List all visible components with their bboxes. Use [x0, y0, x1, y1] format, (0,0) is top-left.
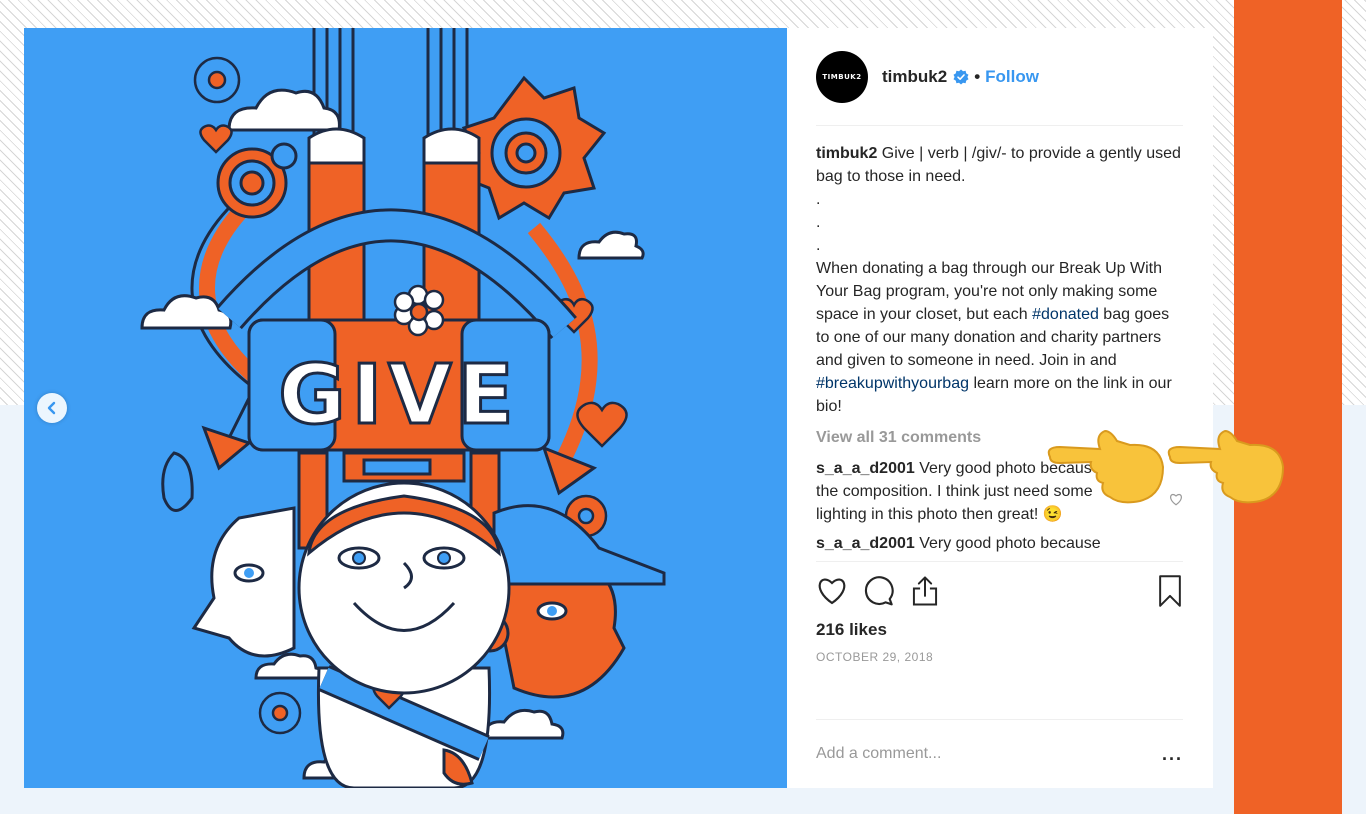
- comment-username[interactable]: s_a_a_d2001: [816, 535, 915, 552]
- separator-dot: •: [974, 66, 981, 86]
- post-image[interactable]: GIVE: [24, 28, 787, 788]
- like-count[interactable]: 216 likes: [816, 620, 1183, 640]
- hashtag-breakupwithyourbag-link[interactable]: #breakupwithyourbag: [816, 375, 969, 392]
- hashtag-donated-link[interactable]: #donated: [1032, 306, 1099, 323]
- comment-bubble-icon: [864, 576, 894, 606]
- comment-text: Very good photo because: [919, 535, 1101, 552]
- pointing-hand-icon: [1045, 417, 1165, 512]
- save-button[interactable]: [1157, 575, 1183, 607]
- comment-username[interactable]: s_a_a_d2001: [816, 460, 915, 477]
- more-options-button[interactable]: ...: [1162, 744, 1183, 765]
- instagram-post: GIVE TIMBUK2 timbuk2 • Follow timbuk2 Gi…: [24, 28, 1213, 788]
- orange-side-band: [1234, 0, 1342, 814]
- bookmark-icon: [1159, 575, 1181, 607]
- carousel-indicator: [395, 764, 411, 770]
- carousel-prev-button[interactable]: [37, 393, 67, 423]
- username-link[interactable]: timbuk2: [882, 67, 947, 87]
- give-illustration: GIVE: [140, 28, 666, 788]
- post-header: TIMBUK2 timbuk2 • Follow: [816, 28, 1183, 126]
- comment-item: s_a_a_d2001 Very good photo because: [816, 532, 1183, 555]
- comment-button[interactable]: [863, 575, 895, 607]
- caption-dot: .: [816, 237, 821, 254]
- follow-button[interactable]: Follow: [985, 67, 1039, 87]
- carousel-dot: [395, 764, 401, 770]
- chevron-left-icon: [47, 401, 56, 415]
- heart-icon: [818, 578, 846, 605]
- account-line: timbuk2 • Follow: [882, 67, 1039, 87]
- caption-dot: .: [816, 214, 821, 231]
- caption-dot: .: [816, 191, 821, 208]
- share-icon: [912, 576, 938, 606]
- action-bar: [816, 562, 1183, 620]
- artwork-give-text: GIVE: [278, 348, 519, 443]
- post-date: OCTOBER 29, 2018: [816, 650, 934, 664]
- post-details-panel: TIMBUK2 timbuk2 • Follow timbuk2 Give | …: [787, 28, 1213, 788]
- post-caption: timbuk2 Give | verb | /giv/- to provide …: [816, 142, 1183, 418]
- verified-badge-icon: [953, 69, 969, 85]
- carousel-dot-active: [405, 764, 411, 770]
- pointing-hand-icon: [1165, 417, 1285, 512]
- caption-username[interactable]: timbuk2: [816, 145, 877, 162]
- post-actions-section: 216 likes OCTOBER 29, 2018: [816, 561, 1183, 664]
- add-comment-bar: Add a comment... ...: [816, 719, 1183, 788]
- share-button[interactable]: [910, 575, 940, 607]
- like-button[interactable]: [816, 576, 848, 606]
- comment-input[interactable]: Add a comment...: [816, 745, 941, 763]
- avatar[interactable]: TIMBUK2: [816, 50, 868, 103]
